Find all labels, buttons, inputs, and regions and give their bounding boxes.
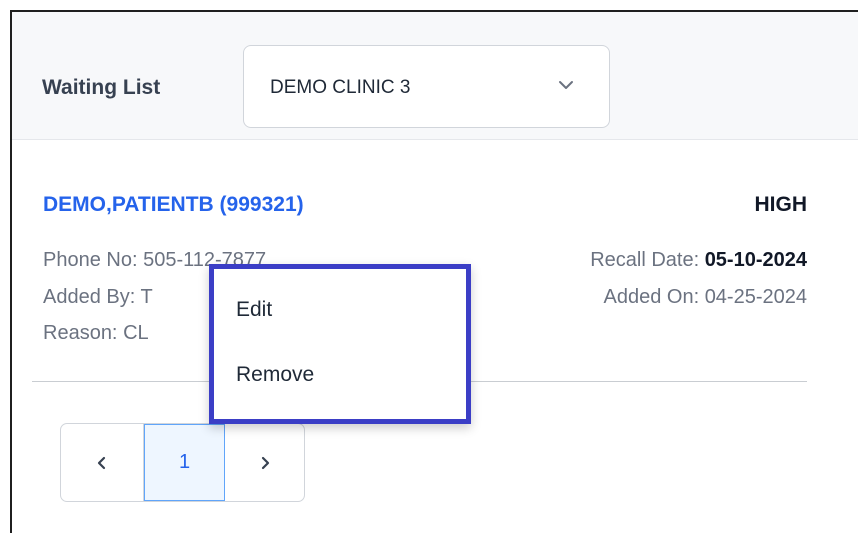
page-title: Waiting List [42, 76, 161, 99]
waiting-list-panel: Waiting List DEMO CLINIC 3 DEMO,PATIENTB… [10, 10, 858, 533]
chevron-right-icon [261, 456, 269, 469]
added-by-value: T [140, 286, 153, 308]
phone-label: Phone No: [43, 249, 138, 271]
page-1-button[interactable]: 1 [144, 424, 225, 501]
chevron-left-icon [97, 456, 106, 469]
waiting-list-header: Waiting List DEMO CLINIC 3 [12, 12, 858, 140]
recall-date: 05-10-2024 [704, 249, 807, 271]
menu-item-edit[interactable]: Edit [236, 298, 272, 322]
added-on-value: 04-25-2024 [704, 286, 807, 308]
chevron-down-icon [559, 81, 573, 89]
priority-badge: HIGH [754, 193, 808, 216]
recall-row: Recall Date: 05-10-2024 [590, 249, 807, 272]
added-on-label: Added On: [603, 286, 700, 308]
clinic-select-value: DEMO CLINIC 3 [270, 77, 411, 98]
recall-label: Recall Date: [590, 249, 700, 271]
pagination: 1 [60, 423, 305, 502]
previous-page-button[interactable] [61, 424, 144, 501]
reason-row: Reason: CL [43, 322, 149, 345]
added-by-row: Added By: T [43, 286, 153, 309]
menu-item-remove[interactable]: Remove [236, 363, 314, 387]
reason-label: Reason: [43, 322, 118, 344]
added-by-label: Added By: [43, 286, 136, 308]
added-on-row: Added On: 04-25-2024 [604, 286, 808, 309]
clinic-select[interactable]: DEMO CLINIC 3 [243, 45, 610, 128]
context-menu: Edit Remove [209, 264, 471, 424]
reason-value: CL [123, 322, 149, 344]
patient-name-link[interactable]: DEMO,PATIENTB (999321) [43, 193, 304, 217]
next-page-button[interactable] [225, 424, 304, 501]
